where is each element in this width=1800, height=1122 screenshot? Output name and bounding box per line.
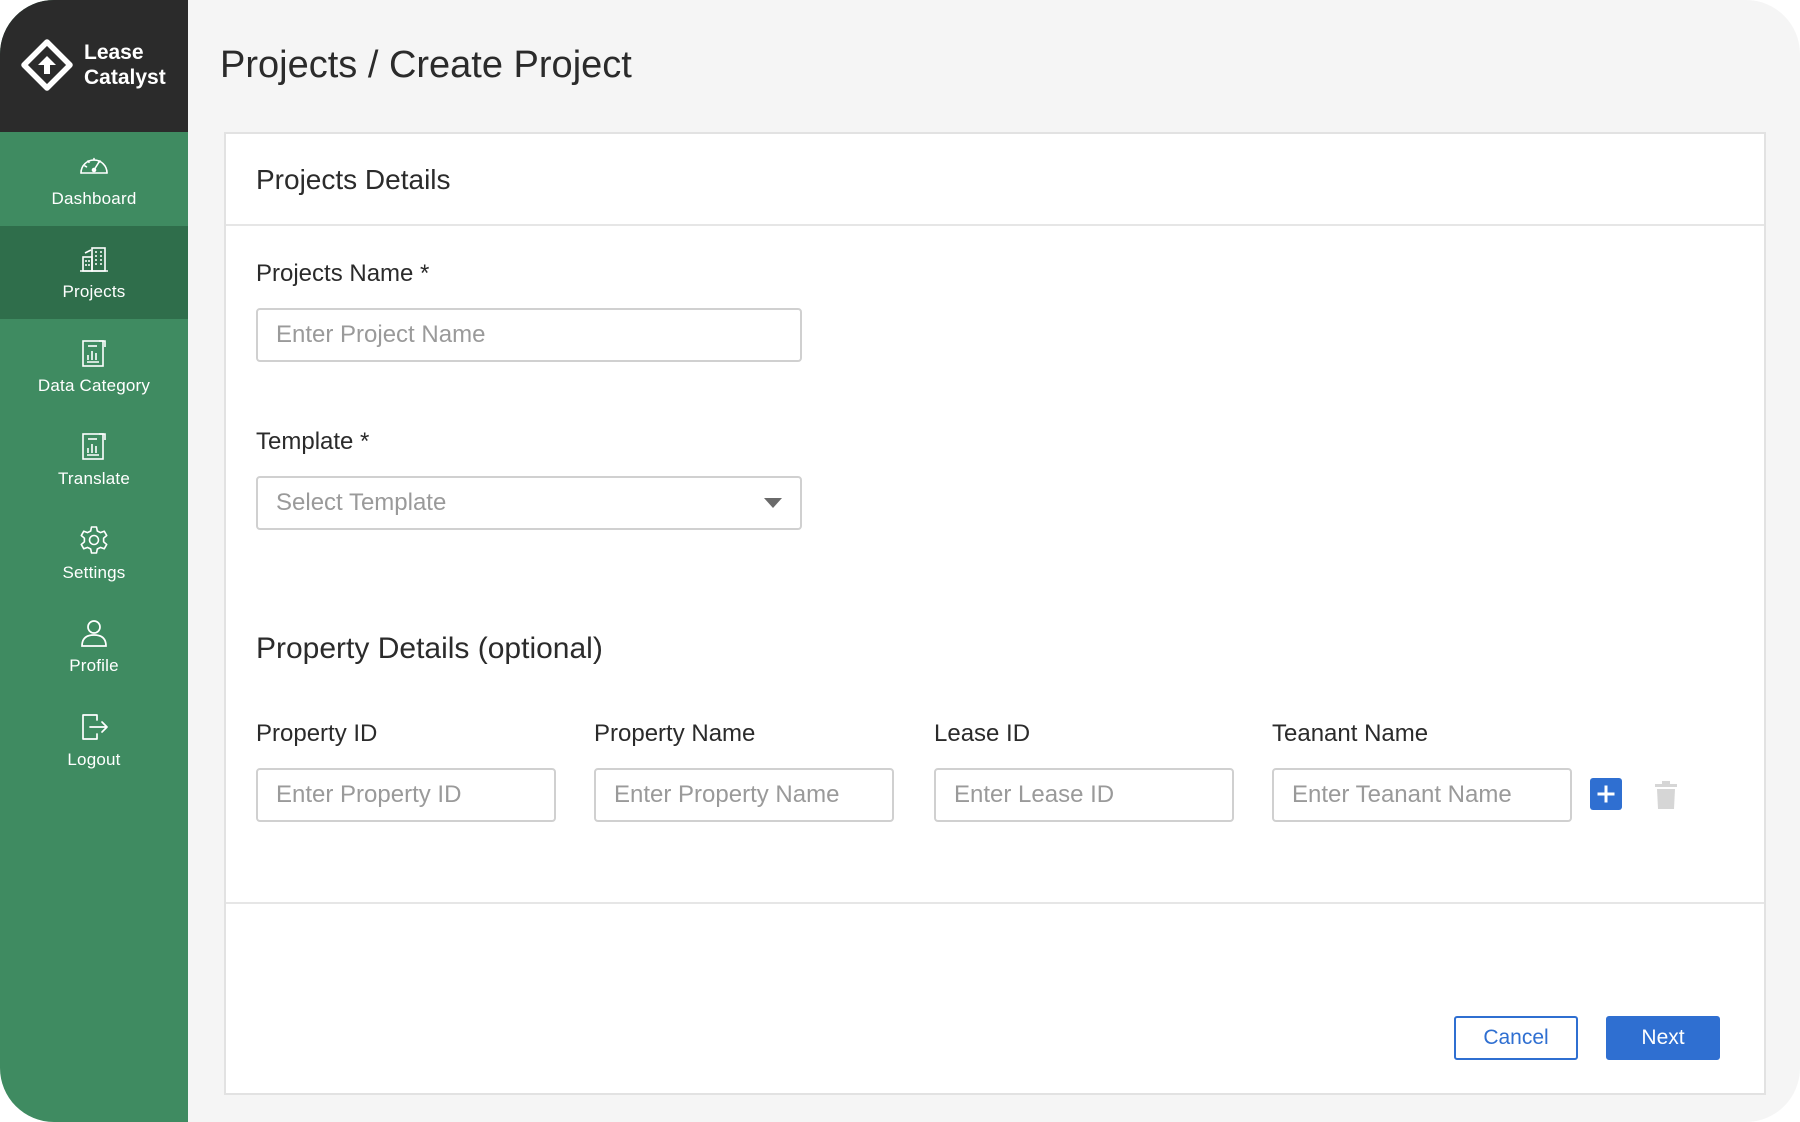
plus-icon bbox=[1597, 785, 1615, 803]
property-id-input[interactable] bbox=[256, 768, 556, 822]
lease-id-label: Lease ID bbox=[934, 720, 1031, 747]
chevron-down-icon bbox=[764, 498, 782, 508]
sidebar-item-dashboard[interactable]: Dashboard bbox=[0, 132, 188, 226]
property-name-label: Property Name bbox=[594, 720, 756, 747]
sidebar-item-translate[interactable]: Translate bbox=[0, 413, 188, 507]
delete-row-button[interactable] bbox=[1650, 778, 1682, 812]
sidebar-item-label: Data Category bbox=[37, 375, 151, 395]
document-icon bbox=[82, 433, 106, 461]
brand-name-line2: Catalyst bbox=[84, 66, 166, 89]
sidebar-item-label: Dashboard bbox=[51, 188, 137, 208]
sidebar-item-data-category[interactable]: Data Category bbox=[0, 319, 188, 413]
create-project-card: Projects Details Projects Name * Templat… bbox=[224, 132, 1766, 1095]
project-name-input[interactable] bbox=[256, 308, 802, 362]
template-label: Template * bbox=[256, 428, 370, 455]
card-title: Projects Details bbox=[256, 164, 451, 195]
sidebar-nav: Dashboard Projects Data Category Transla… bbox=[0, 132, 188, 787]
sidebar-item-projects[interactable]: Projects bbox=[0, 225, 188, 319]
logout-icon bbox=[82, 713, 108, 740]
sidebar-item-label: Logout bbox=[67, 749, 121, 769]
sidebar: Lease Catalyst Dashboard Projects Data C… bbox=[0, 0, 188, 1122]
card-header: Projects Details bbox=[226, 134, 1764, 226]
page-title: Projects / Create Project bbox=[220, 44, 632, 86]
gear-icon bbox=[80, 525, 108, 554]
project-name-label: Projects Name * bbox=[256, 260, 430, 287]
sidebar-item-settings[interactable]: Settings bbox=[0, 506, 188, 600]
sidebar-item-label: Translate bbox=[57, 469, 131, 489]
template-select[interactable]: Select Template bbox=[256, 476, 802, 530]
add-row-button[interactable] bbox=[1590, 778, 1622, 810]
cancel-button[interactable]: Cancel bbox=[1454, 1016, 1578, 1060]
brand-name-line1: Lease bbox=[84, 41, 144, 64]
brand-name: Lease Catalyst bbox=[84, 40, 166, 90]
sidebar-item-label: Projects bbox=[62, 282, 126, 302]
tenant-name-input[interactable] bbox=[1272, 768, 1572, 822]
property-details-title: Property Details (optional) bbox=[256, 632, 603, 665]
next-button[interactable]: Next bbox=[1606, 1016, 1720, 1060]
card-divider bbox=[226, 902, 1764, 904]
lease-catalyst-logo-icon bbox=[21, 39, 73, 91]
buildings-icon bbox=[80, 247, 108, 273]
tenant-name-label: Teanant Name bbox=[1272, 720, 1429, 747]
user-icon bbox=[81, 620, 107, 648]
brand[interactable]: Lease Catalyst bbox=[0, 0, 188, 132]
property-name-input[interactable] bbox=[594, 768, 894, 822]
app-window: Lease Catalyst Dashboard Projects Data C… bbox=[0, 0, 1800, 1122]
report-icon bbox=[82, 339, 106, 367]
gauge-icon bbox=[80, 157, 108, 174]
sidebar-item-logout[interactable]: Logout bbox=[0, 693, 188, 787]
sidebar-item-profile[interactable]: Profile bbox=[0, 600, 188, 694]
sidebar-item-label: Profile bbox=[69, 656, 119, 676]
sidebar-item-label: Settings bbox=[62, 562, 126, 582]
template-select-placeholder: Select Template bbox=[276, 489, 447, 516]
trash-icon bbox=[1655, 781, 1677, 809]
lease-id-input[interactable] bbox=[934, 768, 1234, 822]
property-id-label: Property ID bbox=[256, 720, 378, 747]
